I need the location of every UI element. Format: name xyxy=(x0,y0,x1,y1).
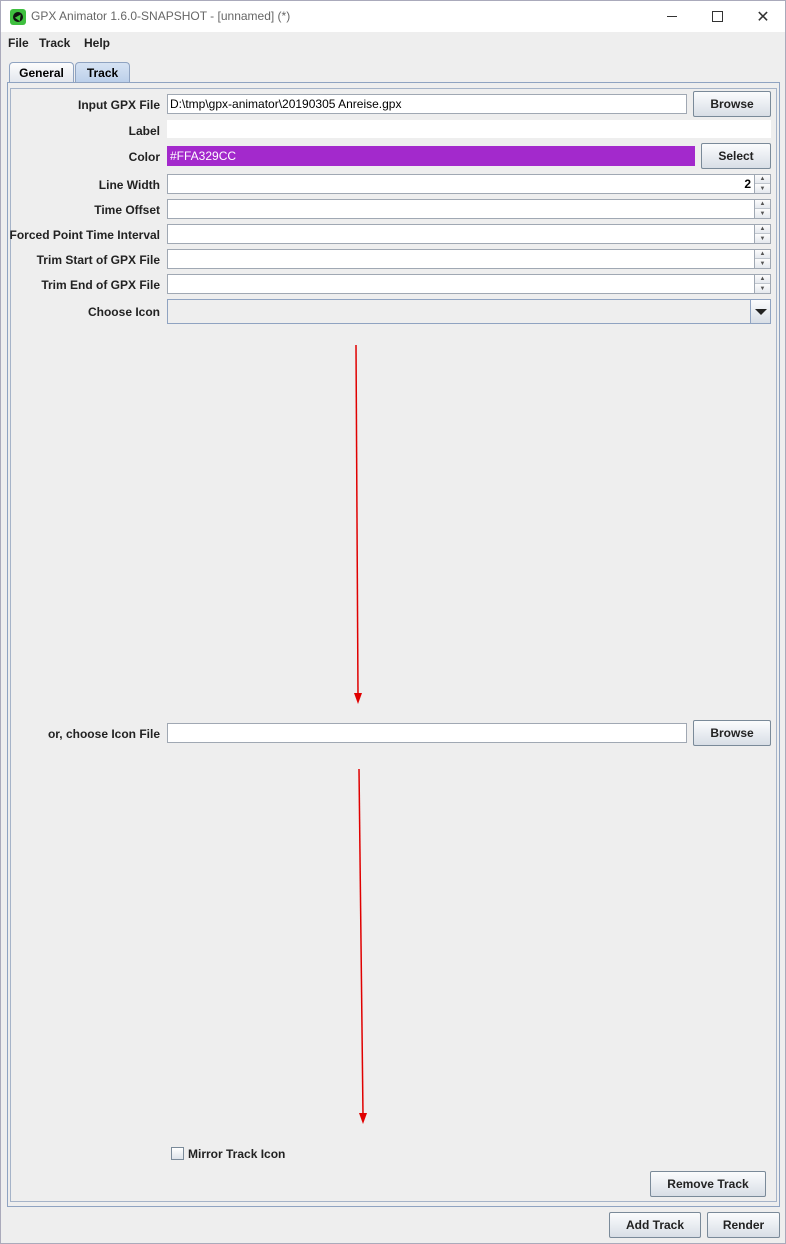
icon-file-label: or, choose Icon File xyxy=(47,727,160,741)
remove-track-button[interactable]: Remove Track xyxy=(650,1171,766,1197)
app-window: GPX Animator 1.6.0-SNAPSHOT - [unnamed] … xyxy=(0,0,786,1244)
icon-file-field[interactable] xyxy=(167,723,687,743)
mirror-track-icon-label: Mirror Track Icon xyxy=(188,1147,286,1161)
annotation-arrowhead-upper xyxy=(354,693,362,704)
mirror-track-icon-checkbox[interactable] xyxy=(171,1147,184,1160)
annotation-arrows xyxy=(354,344,367,1124)
annotation-arrow-upper xyxy=(355,344,359,696)
browse-icon-button[interactable]: Browse xyxy=(693,720,771,746)
add-track-button[interactable]: Add Track xyxy=(609,1212,701,1238)
annotation-arrow-lower xyxy=(358,768,364,1116)
render-button[interactable]: Render xyxy=(707,1212,780,1238)
annotation-arrowhead-lower xyxy=(359,1113,367,1124)
